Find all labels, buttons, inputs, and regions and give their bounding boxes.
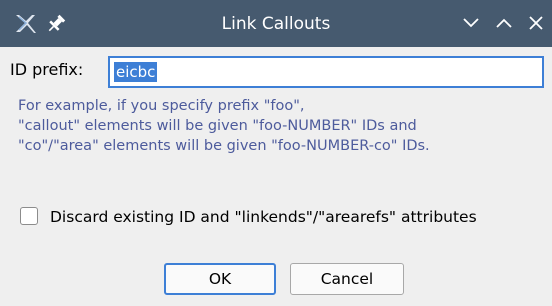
ok-button[interactable]: OK — [164, 263, 276, 295]
prefix-value-selected: eicbc — [114, 62, 158, 82]
help-line: "co"/"area" elements will be given "foo-… — [18, 138, 430, 154]
prefix-label: ID prefix: — [10, 60, 84, 79]
close-icon[interactable] — [525, 12, 547, 34]
help-line: "callout" elements will be given "foo-NU… — [18, 118, 417, 134]
help-line: For example, if you specify prefix "foo"… — [18, 98, 305, 114]
title-bar: Link Callouts — [0, 0, 552, 47]
help-text: For example, if you specify prefix "foo"… — [18, 96, 548, 156]
minimize-chevron-down-icon[interactable] — [460, 12, 482, 34]
discard-checkbox[interactable] — [20, 207, 38, 225]
id-prefix-input[interactable]: eicbc — [108, 56, 544, 88]
cancel-button[interactable]: Cancel — [290, 263, 404, 295]
discard-label[interactable]: Discard existing ID and "linkends"/"area… — [50, 206, 477, 228]
maximize-chevron-up-icon[interactable] — [493, 12, 515, 34]
